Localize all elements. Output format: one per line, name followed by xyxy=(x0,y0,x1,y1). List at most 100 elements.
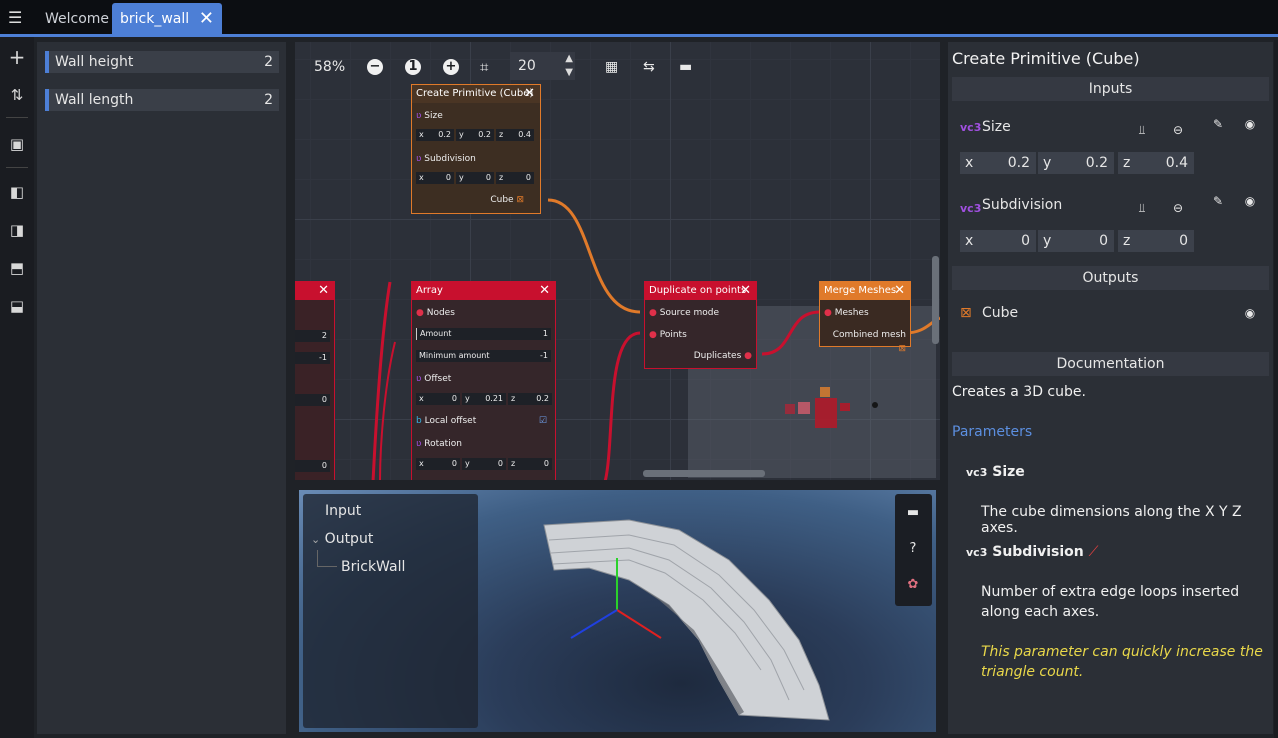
field[interactable]: 0 xyxy=(295,460,330,472)
size-x-input[interactable]: x 0.2 xyxy=(960,152,1036,174)
variable-row[interactable]: Wall height 2 xyxy=(45,51,279,73)
tab-brick-wall[interactable]: brick_wall ✕ xyxy=(112,3,222,35)
rot-z-field[interactable]: z0 xyxy=(508,458,552,470)
meshes-row: ● Meshes xyxy=(824,308,869,318)
tree-item-output[interactable]: ⌄ Output xyxy=(311,531,373,547)
tab-label: brick_wall xyxy=(120,11,190,27)
panel-top-icon[interactable]: ⬒ xyxy=(6,257,28,279)
min-amount-field[interactable]: Minimum amount -1 xyxy=(416,350,551,362)
help-icon[interactable]: ? xyxy=(905,541,921,557)
node-array[interactable]: Array ✕ ● Nodes Amount 1 Minimum amount -1… xyxy=(411,281,556,480)
connection-duplicates xyxy=(761,310,821,356)
checkbox-icon[interactable]: ☑ xyxy=(539,414,547,428)
sub-z-input[interactable]: z0 xyxy=(1118,230,1194,252)
close-icon[interactable]: ✕ xyxy=(894,282,905,300)
rotation-row: ʋ Rotation xyxy=(416,439,462,449)
close-icon[interactable]: ✕ xyxy=(524,85,535,103)
node-title: Merge Meshes xyxy=(824,285,897,296)
pin-icon[interactable]: ✎ xyxy=(1210,193,1226,209)
field[interactable]: 2 xyxy=(295,330,330,342)
node-partial[interactable]: ✕ 2 -1 0 0 xyxy=(295,281,335,480)
panel-icon[interactable]: ▬ xyxy=(905,505,921,521)
rot-y-field[interactable]: y0 xyxy=(462,458,506,470)
left-toolbar: + ⇅ ▣ ◧ ◨ ⬒ ⬓ xyxy=(0,37,34,738)
source-row: ● Source mode xyxy=(649,308,720,318)
close-icon[interactable]: ✕ xyxy=(539,282,550,300)
sub-y-input[interactable]: y0 xyxy=(1038,230,1114,252)
amount-field[interactable]: Amount 1 xyxy=(416,328,551,340)
panel-right-icon[interactable]: ◨ xyxy=(6,219,28,241)
node-title: Duplicate on points xyxy=(649,285,747,296)
sub-x-field[interactable]: x0 xyxy=(416,172,454,184)
close-icon[interactable]: ✕ xyxy=(740,282,751,300)
panel-left-icon[interactable]: ◧ xyxy=(6,181,28,203)
eye-icon[interactable]: ◉ xyxy=(1242,305,1258,321)
swap-icon[interactable]: ⇅ xyxy=(6,84,28,106)
reset-icon[interactable]: ⫫ xyxy=(1134,122,1150,138)
divider xyxy=(6,117,28,118)
pin-icon[interactable]: ✎ xyxy=(1210,116,1226,132)
size-row: ʋ Size xyxy=(416,109,536,123)
size-y-input[interactable]: y 0.2 xyxy=(1038,152,1114,174)
rot-x-field[interactable]: x0 xyxy=(416,458,460,470)
tree-line xyxy=(317,566,337,567)
reset-icon[interactable]: ⫫ xyxy=(1134,200,1150,216)
mini-preview xyxy=(785,387,878,428)
variable-label: Wall height xyxy=(55,54,134,70)
field[interactable]: -1 xyxy=(295,352,330,364)
offset-y-field[interactable]: y 0.21 xyxy=(462,393,506,405)
node-merge[interactable]: Merge Meshes ✕ ● Meshes Combined mesh ⊠ xyxy=(819,281,911,354)
cube-icon: ⊠ xyxy=(960,305,972,321)
connections xyxy=(371,198,940,480)
local-offset-row: b Local offset ☑ xyxy=(416,414,547,428)
tab-welcome[interactable]: Welcome xyxy=(37,3,117,35)
sub-z-field[interactable]: z0 xyxy=(496,172,534,184)
size-y-field[interactable]: y 0.2 xyxy=(456,129,494,141)
tree-item-brickwall[interactable]: BrickWall xyxy=(341,559,405,575)
doc-warning-2: triangle count. xyxy=(981,664,1084,680)
eye-icon[interactable]: ◉ xyxy=(1242,193,1258,209)
horizontal-scrollbar[interactable] xyxy=(643,470,765,477)
link-icon[interactable]: ⊖ xyxy=(1170,122,1186,138)
link-icon[interactable]: ⊖ xyxy=(1170,200,1186,216)
cube-output-label: Cube xyxy=(982,305,1019,321)
close-icon[interactable]: ✕ xyxy=(318,282,329,300)
size-z-field[interactable]: z 0.4 xyxy=(496,129,534,141)
sub-y-field[interactable]: y0 xyxy=(456,172,494,184)
size-x-field[interactable]: x 0.2 xyxy=(416,129,454,141)
render-icon[interactable]: ✿ xyxy=(905,577,921,593)
node-duplicate[interactable]: Duplicate on points ✕ ● Source mode ● Po… xyxy=(644,281,757,369)
vertical-scrollbar[interactable] xyxy=(932,256,939,344)
offset-x-field[interactable]: x0 xyxy=(416,393,460,405)
menu-icon[interactable]: ☰ xyxy=(8,8,26,27)
cube-icon: ⊠ xyxy=(516,195,524,205)
field[interactable]: 0 xyxy=(295,394,330,406)
right-scrollbar-track[interactable] xyxy=(1274,40,1278,738)
points-row: ● Points xyxy=(649,330,687,340)
save-icon[interactable]: ▣ xyxy=(6,133,28,155)
offset-z-field[interactable]: z 0.2 xyxy=(508,393,552,405)
size-z-input[interactable]: z 0.4 xyxy=(1118,152,1194,174)
add-icon[interactable]: + xyxy=(6,46,28,68)
tree-line xyxy=(317,550,318,566)
vc3-icon: ʋ xyxy=(416,154,422,164)
mesh-icon: ● xyxy=(416,308,424,318)
sub-x-input[interactable]: x0 xyxy=(960,230,1036,252)
subdivision-label: Subdivision xyxy=(424,154,476,164)
node-create-primitive[interactable]: Create Primitive (Cube) ✕ ʋ Size x 0.2 y0… xyxy=(411,84,541,214)
variable-value[interactable]: 2 xyxy=(264,89,273,111)
inspector-panel: Create Primitive (Cube) Inputs vc3 Size … xyxy=(948,42,1273,734)
node-graph[interactable]: 58% − 1 + ⌗ 20 ▲ ▼ ▦ ⇆ ▬ ✕ 2 -1 0 0 Crea… xyxy=(295,42,940,480)
variable-value[interactable]: 2 xyxy=(264,51,273,73)
divider xyxy=(6,167,28,168)
chevron-down-icon[interactable]: ⌄ xyxy=(311,533,320,546)
size-label: Size xyxy=(982,119,1011,135)
doc-summary: Creates a 3D cube. xyxy=(952,384,1086,400)
close-icon[interactable]: ✕ xyxy=(199,3,214,35)
inspector-title: Create Primitive (Cube) xyxy=(952,49,1140,68)
tree-item-input[interactable]: Input xyxy=(325,503,361,519)
variable-row[interactable]: Wall length 2 xyxy=(45,89,279,111)
combined-row: Combined mesh ⊠ xyxy=(832,330,906,354)
panel-bottom-icon[interactable]: ⬓ xyxy=(6,295,28,317)
eye-icon[interactable]: ◉ xyxy=(1242,116,1258,132)
